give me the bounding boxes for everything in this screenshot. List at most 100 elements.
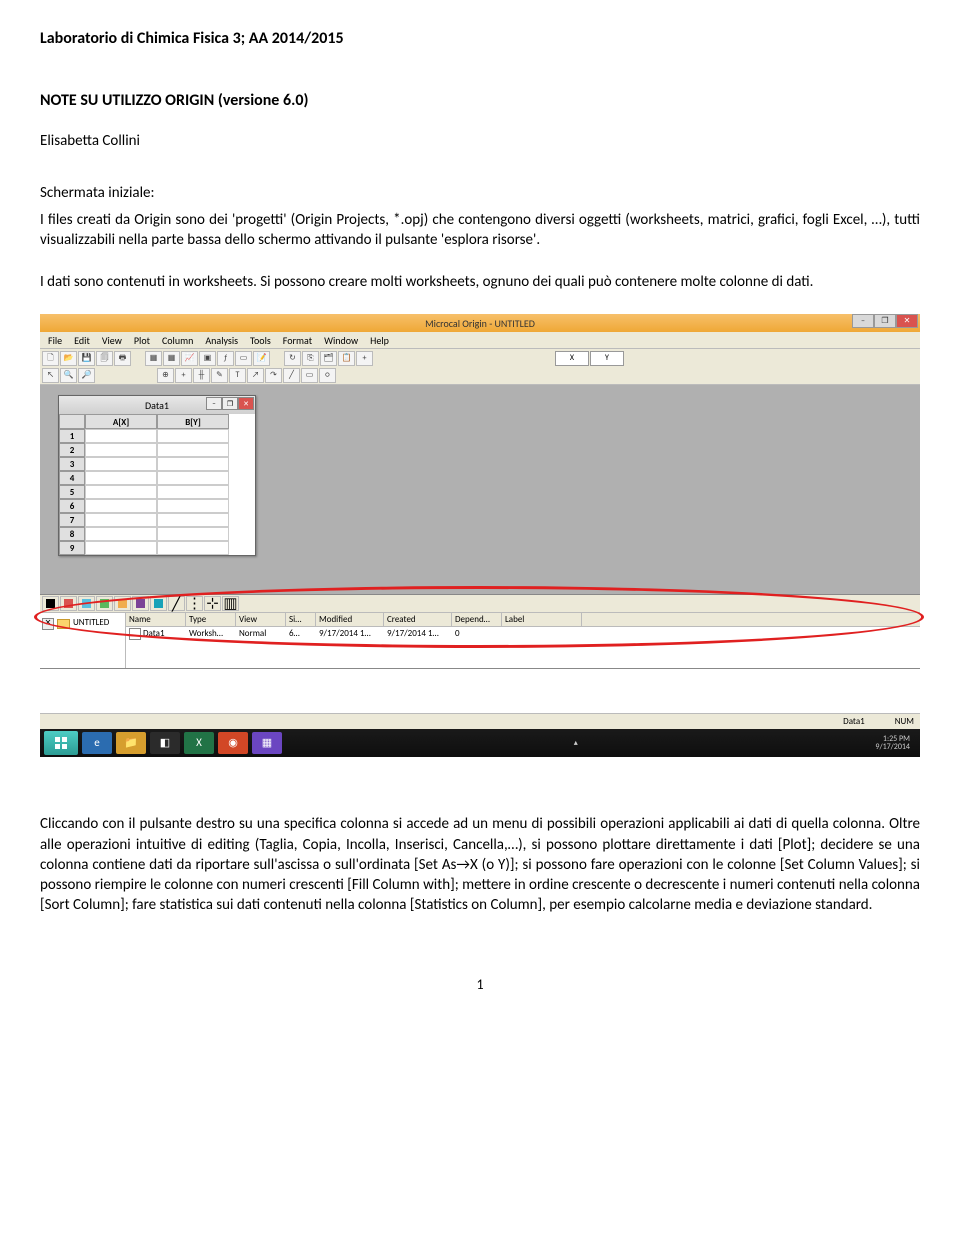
tray-expand-icon[interactable]: ▴	[574, 738, 578, 749]
plot-line-button[interactable]: ╱	[168, 596, 185, 611]
ws-maximize-button[interactable]: ❐	[222, 397, 238, 410]
cell[interactable]	[85, 457, 157, 471]
new-excel-button[interactable]: ▦	[163, 351, 180, 366]
row-header[interactable]: 7	[59, 513, 85, 527]
cell[interactable]	[85, 471, 157, 485]
ws-close-button[interactable]: ✕	[238, 397, 254, 410]
plot-bar-button[interactable]: ▥	[222, 596, 239, 611]
new-button[interactable]: 🗋	[42, 351, 59, 366]
curved-arrow-tool[interactable]: ↷	[265, 368, 282, 383]
cell[interactable]	[85, 485, 157, 499]
maximize-button[interactable]: ❐	[874, 314, 896, 328]
cell[interactable]	[157, 429, 229, 443]
new-matrix-button[interactable]: ▣	[199, 351, 216, 366]
color-swatch[interactable]	[96, 596, 113, 611]
arrow-tool[interactable]: ↗	[247, 368, 264, 383]
row-header[interactable]: 3	[59, 457, 85, 471]
menu-window[interactable]: Window	[318, 332, 364, 348]
menu-analysis[interactable]: Analysis	[199, 332, 244, 348]
template-button[interactable]: 🗐	[96, 351, 113, 366]
pe-close-icon[interactable]: ✕	[42, 618, 54, 630]
taskbar-excel-icon[interactable]: X	[184, 732, 214, 754]
new-worksheet-button[interactable]: ▦	[145, 351, 162, 366]
new-notes-button[interactable]: 📝	[253, 351, 270, 366]
taskbar-clock[interactable]: 1:25 PM 9/17/2014	[875, 735, 916, 753]
cell[interactable]	[157, 527, 229, 541]
titlebar[interactable]: Microcal Origin - UNTITLED – ❐ ✕	[40, 314, 920, 332]
pe-hdr-modified[interactable]: Modified	[316, 613, 384, 627]
pe-hdr-type[interactable]: Type	[186, 613, 236, 627]
refresh-button[interactable]: ↻	[284, 351, 301, 366]
save-button[interactable]: 💾	[78, 351, 95, 366]
pe-row[interactable]: Data1 Worksh… Normal 6… 9/17/2014 1… 9/1…	[126, 627, 920, 640]
menu-column[interactable]: Column	[156, 332, 199, 348]
ws-minimize-button[interactable]: –	[206, 397, 222, 410]
color-swatch[interactable]	[78, 596, 95, 611]
duplicate-button[interactable]: ⎘	[302, 351, 319, 366]
start-button[interactable]	[44, 731, 78, 755]
worksheet-grid[interactable]: A[X] B[Y] 1 2 3 4 5 6 7 8 9	[59, 414, 255, 555]
cell[interactable]	[157, 443, 229, 457]
draw-data-tool[interactable]: ✎	[211, 368, 228, 383]
close-button[interactable]: ✕	[896, 314, 918, 328]
menu-file[interactable]: File	[42, 332, 68, 348]
worksheet-titlebar[interactable]: Data1 – ❐ ✕	[59, 396, 255, 414]
cell[interactable]	[85, 513, 157, 527]
cell[interactable]	[157, 457, 229, 471]
cell[interactable]	[157, 471, 229, 485]
row-header[interactable]: 1	[59, 429, 85, 443]
print-button[interactable]: 🖶	[114, 351, 131, 366]
line-tool[interactable]: ╱	[283, 368, 300, 383]
cell[interactable]	[157, 499, 229, 513]
screen-reader-tool[interactable]: ⊕	[157, 368, 174, 383]
project-explorer-button[interactable]: 🗂	[320, 351, 337, 366]
worksheet-window[interactable]: Data1 – ❐ ✕ A[X] B[Y] 1 2 3 4 5 6	[58, 395, 256, 556]
cell[interactable]	[85, 541, 157, 555]
pe-hdr-created[interactable]: Created	[384, 613, 452, 627]
menu-tools[interactable]: Tools	[244, 332, 277, 348]
data-selector-tool[interactable]: ╫	[193, 368, 210, 383]
pe-hdr-depend[interactable]: Depend…	[452, 613, 502, 627]
taskbar-explorer-icon[interactable]: 📁	[116, 732, 146, 754]
color-swatch[interactable]	[150, 596, 167, 611]
open-button[interactable]: 📂	[60, 351, 77, 366]
add-column-button[interactable]: +	[356, 351, 373, 366]
menu-plot[interactable]: Plot	[128, 332, 156, 348]
cell[interactable]	[85, 429, 157, 443]
pe-hdr-name[interactable]: Name	[126, 613, 186, 627]
circle-tool[interactable]: ○	[319, 368, 336, 383]
menu-help[interactable]: Help	[364, 332, 395, 348]
data-reader-tool[interactable]: +	[175, 368, 192, 383]
cell[interactable]	[157, 541, 229, 555]
pe-tree[interactable]: ✕ UNTITLED	[40, 613, 126, 668]
cell[interactable]	[85, 499, 157, 513]
cell[interactable]	[157, 513, 229, 527]
row-header[interactable]: 2	[59, 443, 85, 457]
results-log-button[interactable]: 📋	[338, 351, 355, 366]
taskbar-app-icon[interactable]: ◧	[150, 732, 180, 754]
new-layout-button[interactable]: ▭	[235, 351, 252, 366]
rect-tool[interactable]: ▭	[301, 368, 318, 383]
menu-edit[interactable]: Edit	[68, 332, 96, 348]
row-header[interactable]: 5	[59, 485, 85, 499]
pe-hdr-label[interactable]: Label	[502, 613, 582, 627]
row-header[interactable]: 4	[59, 471, 85, 485]
plot-lineplus-button[interactable]: ⊹	[204, 596, 221, 611]
text-tool[interactable]: T	[229, 368, 246, 383]
cell[interactable]	[85, 443, 157, 457]
pe-root-label[interactable]: UNTITLED	[73, 617, 109, 629]
color-swatch[interactable]	[114, 596, 131, 611]
cell[interactable]	[157, 485, 229, 499]
pe-hdr-view[interactable]: View	[236, 613, 286, 627]
row-header[interactable]: 6	[59, 499, 85, 513]
taskbar-ie-icon[interactable]: e	[82, 732, 112, 754]
taskbar-origin-icon[interactable]: ▦	[252, 732, 282, 754]
plot-scatter-button[interactable]: ⋮	[186, 596, 203, 611]
pointer-tool[interactable]: ↖	[42, 368, 59, 383]
new-function-button[interactable]: ƒ	[217, 351, 234, 366]
pe-hdr-size[interactable]: Si…	[286, 613, 316, 627]
zoom-out-tool[interactable]: 🔎	[78, 368, 95, 383]
color-swatch[interactable]	[132, 596, 149, 611]
menu-format[interactable]: Format	[277, 332, 318, 348]
taskbar-app-icon[interactable]: ◉	[218, 732, 248, 754]
